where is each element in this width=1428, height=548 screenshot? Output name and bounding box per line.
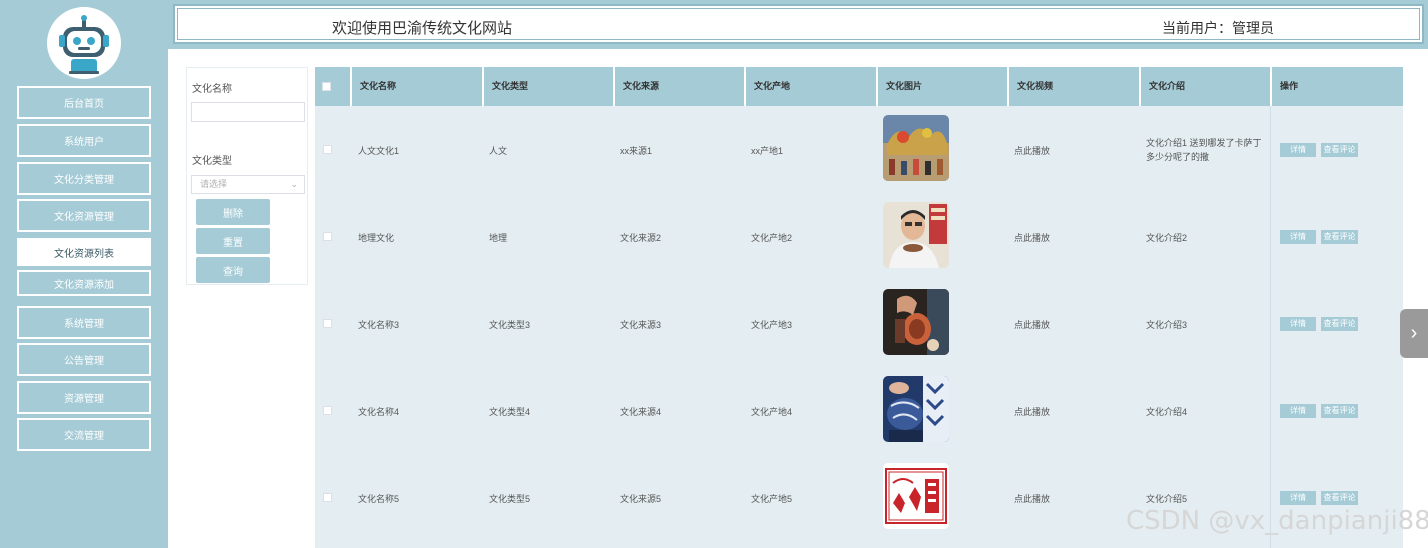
cell-culture-source: 文化来源2 [620,233,662,243]
row-checkbox[interactable] [323,493,332,502]
cell-culture-type: 文化类型3 [489,320,531,330]
row-checkbox[interactable] [323,145,332,154]
sidebar-item-home[interactable]: 后台首页 [17,86,151,119]
play-video-link[interactable]: 点此播放 [1014,405,1050,418]
culture-image-thumbnail[interactable] [883,376,949,442]
cell-culture-name: 文化名称3 [358,320,400,330]
row-checkbox[interactable] [323,319,332,328]
culture-resource-table: 文化名称 文化类型 文化来源 文化产地 文化图片 文化视频 文化介绍 操作 人文… [315,67,1403,548]
culture-image-thumbnail[interactable] [883,289,949,355]
table-row: 文化名称3 文化类型3 文化来源3 文化产地3 点此播放 文化介绍3 详情 查看… [315,280,1403,367]
culture-image-thumbnail[interactable] [883,115,949,181]
cell-culture-origin: 文化产地5 [751,494,793,504]
col-culture-type[interactable]: 文化类型 [482,67,614,106]
current-user-label: 当前用户：管理员 [1162,20,1274,36]
sidebar-item-system-management[interactable]: 系统管理 [17,306,151,339]
watermark-text: CSDN @vx_danpianji889 [1126,506,1428,536]
cell-culture-intro: 文化介绍2 [1146,233,1188,243]
detail-button[interactable]: 详情 [1280,404,1316,418]
robot-avatar-icon [47,7,121,79]
view-comments-button[interactable]: 查看评论 [1321,143,1358,157]
sidebar-item-culture-resource[interactable]: 文化资源管理 [17,199,151,232]
col-actions: 操作 [1270,67,1403,106]
play-video-link[interactable]: 点此播放 [1014,231,1050,244]
detail-button[interactable]: 详情 [1280,143,1316,157]
culture-type-placeholder: 请选择 [200,179,228,189]
view-comments-button[interactable]: 查看评论 [1321,230,1358,244]
col-culture-origin[interactable]: 文化产地 [744,67,876,106]
cell-culture-intro: 文化介绍5 [1146,494,1188,504]
detail-button[interactable]: 详情 [1280,317,1316,331]
sidebar-item-resource-list[interactable]: 文化资源列表 [17,238,151,266]
row-checkbox[interactable] [323,232,332,241]
cell-culture-type: 地理 [489,233,508,243]
play-video-link[interactable]: 点此播放 [1014,492,1050,505]
cell-culture-origin: 文化产地3 [751,320,793,330]
cell-culture-source: 文化来源5 [620,494,662,504]
detail-button[interactable]: 详情 [1280,491,1316,505]
cell-culture-type: 文化类型4 [489,407,531,417]
culture-name-input[interactable] [191,102,305,122]
view-comments-button[interactable]: 查看评论 [1321,404,1358,418]
culture-image-thumbnail[interactable] [883,463,949,529]
col-culture-intro[interactable]: 文化介绍 [1139,67,1271,106]
cell-culture-name: 文化名称5 [358,494,400,504]
sidebar-item-announcements[interactable]: 公告管理 [17,343,151,376]
culture-type-select[interactable]: 请选择 ⌄ [191,175,305,194]
site-title: 欢迎使用巴渝传统文化网站 [332,20,513,37]
sidebar-item-system-users[interactable]: 系统用户 [17,124,151,157]
table-row: 地理文化 地理 文化来源2 文化产地2 点此播放 文化介绍2 详情 查看评论 [315,193,1403,280]
table-header: 文化名称 文化类型 文化来源 文化产地 文化图片 文化视频 文化介绍 操作 [315,67,1403,106]
sidebar-item-resources[interactable]: 资源管理 [17,381,151,414]
sidebar-item-resource-add[interactable]: 文化资源添加 [17,270,151,296]
table-row: 人文文化1 人文 xx来源1 xx产地1 点此播放 文化介绍1 送到哪发了卡萨丁… [315,106,1403,193]
cell-culture-origin: 文化产地2 [751,233,793,243]
play-video-link[interactable]: 点此播放 [1014,144,1050,157]
sidebar-item-culture-category[interactable]: 文化分类管理 [17,162,151,195]
cell-culture-type: 文化类型5 [489,494,531,504]
cell-culture-name: 文化名称4 [358,407,400,417]
select-all-header [315,67,350,106]
table-row: 文化名称4 文化类型4 文化来源4 文化产地4 点此播放 文化介绍4 详情 查看… [315,367,1403,454]
col-culture-image[interactable]: 文化图片 [876,67,1008,106]
cell-culture-origin: 文化产地4 [751,407,793,417]
cell-culture-intro: 文化介绍3 [1146,320,1188,330]
culture-name-label: 文化名称 [192,84,232,95]
view-comments-button[interactable]: 查看评论 [1321,491,1358,505]
select-all-checkbox[interactable] [322,82,331,91]
chevron-down-icon: ⌄ [290,179,298,189]
cell-culture-source: 文化来源4 [620,407,662,417]
header-panel: 欢迎使用巴渝传统文化网站 当前用户：管理员 [173,4,1424,44]
detail-button[interactable]: 详情 [1280,230,1316,244]
play-video-link[interactable]: 点此播放 [1014,318,1050,331]
sidebar-item-communication[interactable]: 交流管理 [17,418,151,451]
delete-button[interactable]: 删除 [196,199,270,225]
top-header: 欢迎使用巴渝传统文化网站 当前用户：管理员 [168,0,1428,49]
col-culture-name[interactable]: 文化名称 [350,67,482,106]
col-culture-video[interactable]: 文化视频 [1007,67,1139,106]
cell-culture-intro: 文化介绍1 送到哪发了卡萨丁 多少分呢了的撒 [1146,138,1262,162]
chevron-right-icon[interactable]: › [1400,309,1428,358]
cell-culture-name: 地理文化 [358,233,395,243]
col-culture-source[interactable]: 文化来源 [613,67,745,106]
row-checkbox[interactable] [323,406,332,415]
search-filter-panel: 文化名称 文化类型 请选择 ⌄ 删除 重置 查询 [186,67,308,285]
query-button[interactable]: 查询 [196,257,270,283]
cell-culture-source: xx来源1 [620,146,653,156]
cell-culture-intro: 文化介绍4 [1146,407,1188,417]
view-comments-button[interactable]: 查看评论 [1321,317,1358,331]
cell-culture-source: 文化来源3 [620,320,662,330]
reset-button[interactable]: 重置 [196,228,270,254]
culture-image-thumbnail[interactable] [883,202,949,268]
cell-culture-origin: xx产地1 [751,146,784,156]
culture-type-label: 文化类型 [192,156,232,167]
cell-culture-type: 人文 [489,146,508,156]
cell-culture-name: 人文文化1 [358,146,400,156]
